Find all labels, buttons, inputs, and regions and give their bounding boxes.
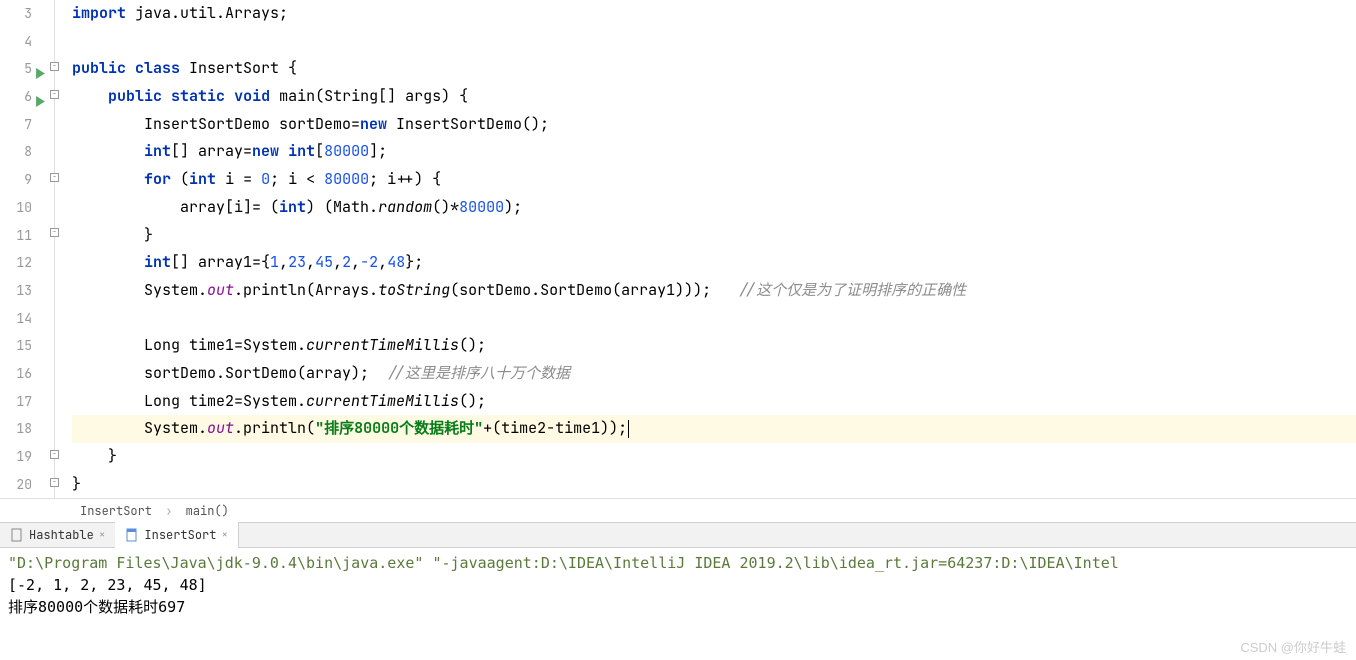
console-output[interactable]: "D:\Program Files\Java\jdk-9.0.4\bin\jav… — [0, 548, 1356, 622]
line-number: 9 — [0, 166, 32, 194]
editor-area: 3 4 5 6 7 8 9 10 11 12 13 14 15 16 17 18… — [0, 0, 1356, 498]
code-line[interactable]: public static void main(String[] args) { — [72, 83, 1356, 111]
close-icon[interactable]: × — [221, 528, 228, 542]
line-number: 6 — [0, 83, 32, 111]
run-tabs: Hashtable × InsertSort × — [0, 522, 1356, 548]
run-icon[interactable] — [35, 61, 46, 89]
code-line[interactable]: for (int i = 0; i < 80000; i++) { — [72, 166, 1356, 194]
line-number: 11 — [0, 222, 32, 250]
line-number: 16 — [0, 360, 32, 388]
line-number: 5 — [0, 55, 32, 83]
line-number: 3 — [0, 0, 32, 28]
line-gutter: 3 4 5 6 7 8 9 10 11 12 13 14 15 16 17 18… — [0, 0, 50, 498]
fold-gutter: − − − − − − — [50, 0, 64, 498]
line-number: 7 — [0, 111, 32, 139]
line-number: 17 — [0, 388, 32, 416]
line-number: 13 — [0, 277, 32, 305]
console-line: [-2, 1, 2, 23, 45, 48] — [8, 574, 1348, 596]
fold-toggle[interactable]: − — [50, 478, 59, 487]
line-number: 4 — [0, 28, 32, 56]
line-number: 19 — [0, 443, 32, 471]
line-number: 12 — [0, 249, 32, 277]
code-line[interactable]: array[i]= (int) (Math.random()*80000); — [72, 194, 1356, 222]
code-line[interactable]: } — [72, 222, 1356, 250]
file-icon — [125, 528, 139, 542]
watermark: CSDN @你好牛蛙 — [1240, 637, 1346, 656]
breadcrumb[interactable]: InsertSort › main() — [0, 498, 1356, 522]
fold-toggle[interactable]: − — [50, 62, 59, 71]
chevron-right-icon: › — [165, 503, 172, 519]
code-line[interactable]: Long time1=System.currentTimeMillis(); — [72, 332, 1356, 360]
fold-toggle[interactable]: − — [50, 173, 59, 182]
line-number: 18 — [0, 415, 32, 443]
breadcrumb-item[interactable]: main() — [186, 503, 229, 519]
code-area[interactable]: import java.util.Arrays; public class In… — [64, 0, 1356, 498]
fold-toggle[interactable]: − — [50, 450, 59, 459]
code-line[interactable]: System.out.println(Arrays.toString(sortD… — [72, 277, 1356, 305]
code-line[interactable] — [72, 28, 1356, 56]
close-icon[interactable]: × — [99, 528, 106, 542]
line-number: 8 — [0, 138, 32, 166]
code-line[interactable] — [72, 305, 1356, 333]
code-line[interactable]: int[] array=new int[80000]; — [72, 138, 1356, 166]
tab-hashtable[interactable]: Hashtable × — [0, 522, 115, 548]
run-icon[interactable] — [35, 89, 46, 117]
line-number: 20 — [0, 471, 32, 499]
breadcrumb-item[interactable]: InsertSort — [80, 503, 152, 519]
code-line[interactable]: } — [72, 443, 1356, 471]
line-number: 15 — [0, 332, 32, 360]
console-line: 排序80000个数据耗时697 — [8, 596, 1348, 618]
console-command: "D:\Program Files\Java\jdk-9.0.4\bin\jav… — [8, 552, 1348, 574]
code-line[interactable]: } — [72, 471, 1356, 499]
file-icon — [10, 528, 24, 542]
fold-toggle[interactable]: − — [50, 228, 59, 237]
line-number: 14 — [0, 305, 32, 333]
tab-insertsort[interactable]: InsertSort × — [115, 522, 239, 548]
caret — [628, 420, 629, 438]
code-line[interactable]: int[] array1={1,23,45,2,-2,48}; — [72, 249, 1356, 277]
code-line[interactable]: Long time2=System.currentTimeMillis(); — [72, 388, 1356, 416]
code-line[interactable]: sortDemo.SortDemo(array); //这里是排序八十万个数据 — [72, 360, 1356, 388]
code-line[interactable]: System.out.println("排序80000个数据耗时"+(time2… — [72, 415, 1356, 443]
code-line[interactable]: import java.util.Arrays; — [72, 0, 1356, 28]
code-line[interactable]: public class InsertSort { — [72, 55, 1356, 83]
code-line[interactable]: InsertSortDemo sortDemo=new InsertSortDe… — [72, 111, 1356, 139]
fold-toggle[interactable]: − — [50, 90, 59, 99]
line-number: 10 — [0, 194, 32, 222]
